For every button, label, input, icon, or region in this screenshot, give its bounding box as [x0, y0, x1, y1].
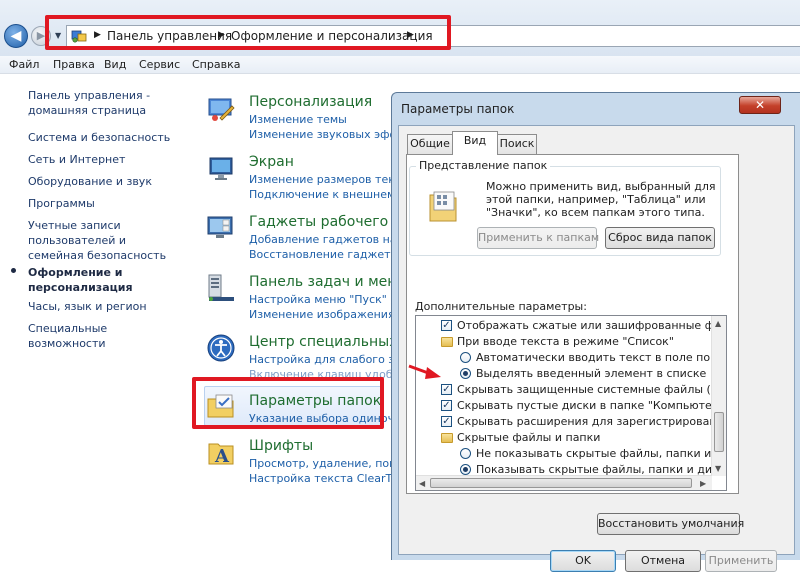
leftnav-item-clock-language[interactable]: Часы, язык и регион [28, 299, 188, 314]
folder-icon [441, 337, 453, 347]
menu-bar: Файл Правка Вид Сервис Справка [0, 56, 800, 74]
close-icon: ✕ [754, 98, 766, 112]
gadgets-icon [207, 216, 233, 238]
group-description: Можно применить вид, выбранный для этой … [486, 180, 716, 219]
advanced-settings-label: Дополнительные параметры: [415, 300, 587, 313]
folder-options-dialog: Параметры папок ✕ Общие Вид Поиск Предст… [391, 92, 800, 572]
scroll-left-icon[interactable]: ◀ [419, 479, 425, 488]
menu-file[interactable]: Файл [9, 58, 39, 71]
radio-button[interactable] [460, 352, 471, 363]
reset-folders-button[interactable]: Сброс вида папок [605, 227, 715, 249]
radio-button-selected[interactable] [460, 368, 471, 379]
tab-search[interactable]: Поиск [497, 134, 537, 154]
folder-views-group: Представление папок Можно применить вид,… [409, 159, 721, 256]
navigation-bar: ◀ ▶ ▼ ▶ Панель управления ▶ Оформление и… [0, 0, 800, 56]
leftnav-item-user-accounts[interactable]: Учетные записи пользователей и семейная … [28, 218, 178, 263]
svg-text:A: A [214, 446, 230, 467]
checkbox-checked[interactable]: ✓ [441, 400, 452, 411]
category-gadgets[interactable]: Гаджеты рабочего ст [249, 214, 408, 230]
apply-button[interactable]: Применить [705, 550, 777, 572]
highlight-frame [45, 15, 451, 50]
category-ease-of-access[interactable]: Центр специальных в [249, 334, 410, 350]
checkbox-checked[interactable]: ✓ [441, 416, 452, 427]
arrow-left-icon: ◀ [10, 28, 22, 44]
list-item: При вводе текста в режиме "Список" [416, 334, 716, 350]
leftnav-item-programs[interactable]: Программы [28, 196, 188, 211]
horizontal-scrollbar[interactable]: ◀ ▶ [416, 475, 712, 490]
red-arrow-icon [408, 364, 441, 379]
menu-tools[interactable]: Сервис [139, 58, 180, 71]
restore-defaults-button[interactable]: Восстановить умолчания [597, 513, 744, 535]
link-add-gadgets[interactable]: Добавление гаджетов на ра [249, 232, 414, 247]
ease-of-access-icon [207, 334, 235, 362]
link-restore-gadgets[interactable]: Восстановление гаджетов [249, 247, 404, 262]
leftnav-item-accessibility[interactable]: Специальные возможности [28, 321, 188, 351]
list-item[interactable]: ✓ Отображать сжатые или зашифрованные фа… [416, 318, 726, 334]
close-button[interactable]: ✕ [739, 96, 781, 114]
link-text-size[interactable]: Изменение размеров текст [249, 172, 407, 187]
list-item[interactable]: Выделять введенный элемент в списке [416, 366, 716, 382]
group-title: Представление папок [416, 159, 551, 172]
category-taskbar-start[interactable]: Панель задач и меню [249, 274, 408, 290]
highlight-frame [192, 377, 384, 429]
list-item[interactable]: ✓ Скрывать пустые диски в папке "Компьют… [416, 398, 724, 414]
leftnav-home[interactable]: Панель управления - домашняя страница [28, 88, 188, 118]
arrow-right-icon: ▶ [36, 29, 46, 42]
back-button[interactable]: ◀ [4, 24, 28, 48]
link-change-sounds[interactable]: Изменение звуковых эффе [249, 127, 406, 142]
list-item[interactable]: Автоматически вводить текст в поле поиск… [416, 350, 726, 366]
menu-view[interactable]: Вид [104, 58, 126, 71]
list-item[interactable]: ✓ Скрывать защищенные системные файлы (р… [416, 382, 726, 398]
cancel-button[interactable]: Отмена [625, 550, 701, 572]
folder-icon [441, 433, 453, 443]
current-page-bullet [11, 268, 16, 273]
tab-general[interactable]: Общие [407, 134, 453, 154]
scroll-down-icon[interactable]: ▼ [715, 464, 721, 473]
category-fonts[interactable]: Шрифты [249, 438, 313, 454]
link-change-picture[interactable]: Изменение изображения з [249, 307, 404, 322]
tab-view[interactable]: Вид [452, 131, 498, 155]
folder-view-icon [429, 191, 457, 222]
leftnav-item-network[interactable]: Сеть и Интернет [28, 152, 188, 167]
display-icon [209, 157, 233, 180]
ok-button[interactable]: OK [550, 550, 616, 572]
scroll-up-icon[interactable]: ▲ [715, 319, 721, 328]
link-external-display[interactable]: Подключение к внешнему [249, 187, 402, 202]
menu-edit[interactable]: Правка [53, 58, 95, 71]
list-item[interactable]: Не показывать скрытые файлы, папки и дис… [416, 446, 726, 462]
leftnav-item-appearance[interactable]: Оформление и персонализация [28, 265, 148, 295]
category-personalization[interactable]: Персонализация [249, 94, 372, 110]
dialog-body: Общие Вид Поиск Представление папок Можн… [398, 125, 795, 572]
leftnav-item-hardware-sound[interactable]: Оборудование и звук [28, 174, 188, 189]
list-item[interactable]: ✓ Скрывать расширения для зарегистрирова… [416, 414, 726, 430]
category-display[interactable]: Экран [249, 154, 294, 170]
link-view-fonts[interactable]: Просмотр, удаление, показ [249, 456, 408, 471]
link-start-menu[interactable]: Настройка меню "Пуск" [249, 292, 387, 307]
personalization-icon [208, 98, 235, 121]
dialog-title: Параметры папок [401, 102, 515, 116]
checkbox-checked[interactable]: ✓ [441, 384, 452, 395]
advanced-settings-list[interactable]: ✓ Отображать сжатые или зашифрованные фа… [415, 315, 727, 491]
link-cleartype[interactable]: Настройка текста ClearType [249, 471, 411, 486]
scroll-thumb[interactable] [430, 478, 692, 488]
taskbar-icon [208, 274, 234, 301]
leftnav-item-system-security[interactable]: Система и безопасность [28, 130, 188, 145]
vertical-scrollbar[interactable]: ▲ ▼ [711, 316, 726, 476]
menu-help[interactable]: Справка [192, 58, 240, 71]
checkbox-checked[interactable]: ✓ [441, 320, 452, 331]
link-change-theme[interactable]: Изменение темы [249, 112, 347, 127]
radio-button[interactable] [460, 448, 471, 459]
link-low-vision[interactable]: Настройка для слабого зре [249, 352, 408, 367]
list-item: Скрытые файлы и папки [416, 430, 716, 446]
fonts-icon: A [208, 443, 234, 467]
scroll-thumb[interactable] [714, 412, 724, 452]
radio-button-selected[interactable] [460, 464, 471, 475]
scroll-right-icon[interactable]: ▶ [700, 479, 706, 488]
apply-to-folders-button[interactable]: Применить к папкам [477, 227, 599, 249]
